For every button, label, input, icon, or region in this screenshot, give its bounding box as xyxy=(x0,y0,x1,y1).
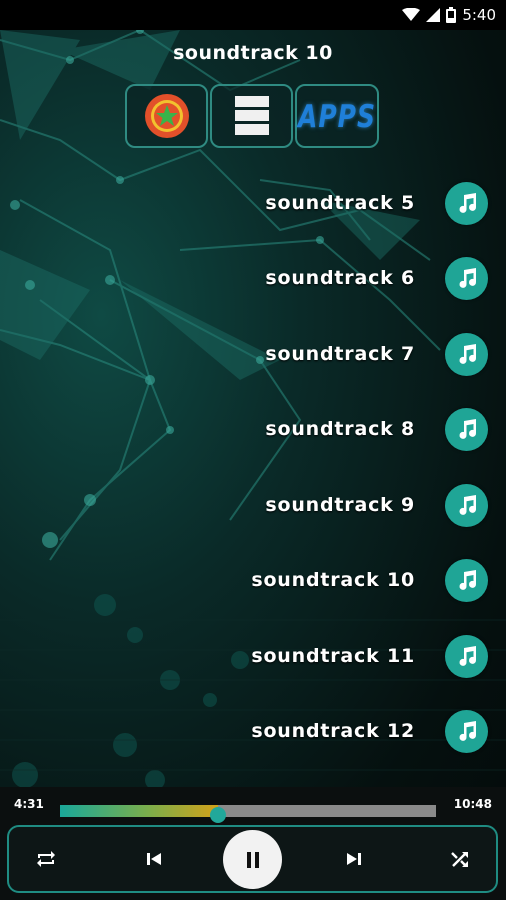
pause-icon xyxy=(246,851,259,868)
track-item[interactable]: soundtrack 11 xyxy=(251,631,488,681)
repeat-button[interactable] xyxy=(31,827,61,891)
track-item[interactable]: soundtrack 9 xyxy=(265,480,488,530)
apps-button[interactable]: APPS xyxy=(295,84,379,148)
favorites-button[interactable] xyxy=(125,84,208,148)
music-note-icon xyxy=(459,268,476,288)
status-time: 5:40 xyxy=(462,6,496,24)
app-screen: 5:40 soundtrack 10 APPS soundtrack 5 sou… xyxy=(0,0,506,900)
seek-thumb[interactable] xyxy=(209,807,226,823)
total-duration: 10:48 xyxy=(453,797,492,811)
play-track-button[interactable] xyxy=(445,709,488,753)
music-note-icon xyxy=(459,646,476,666)
track-label: soundtrack 11 xyxy=(251,645,415,667)
track-item[interactable]: soundtrack 8 xyxy=(265,404,488,454)
previous-button[interactable] xyxy=(139,827,169,891)
play-track-button[interactable] xyxy=(445,634,488,678)
music-note-icon xyxy=(459,570,476,590)
track-item[interactable]: soundtrack 5 xyxy=(265,178,488,228)
track-label: soundtrack 8 xyxy=(265,418,415,440)
track-label: soundtrack 6 xyxy=(265,267,415,289)
track-item[interactable]: soundtrack 6 xyxy=(265,253,488,303)
music-note-icon xyxy=(459,193,476,213)
track-label: soundtrack 9 xyxy=(265,494,415,516)
battery-icon xyxy=(446,7,457,23)
star-badge-icon xyxy=(144,94,189,138)
wifi-icon xyxy=(402,8,421,21)
next-button[interactable] xyxy=(339,827,369,891)
music-note-icon xyxy=(459,419,476,439)
shuffle-button[interactable] xyxy=(445,827,475,891)
track-label: soundtrack 7 xyxy=(265,343,415,365)
track-item[interactable]: soundtrack 7 xyxy=(265,329,488,379)
shuffle-icon xyxy=(451,852,468,867)
track-label: soundtrack 5 xyxy=(265,192,415,214)
play-track-button[interactable] xyxy=(445,558,488,602)
next-icon xyxy=(347,853,361,865)
status-bar: 5:40 xyxy=(0,0,506,30)
pause-button[interactable] xyxy=(223,830,282,889)
play-track-button[interactable] xyxy=(445,332,488,376)
track-item[interactable]: soundtrack 10 xyxy=(251,555,488,605)
play-track-button[interactable] xyxy=(445,483,488,527)
elapsed-time: 4:31 xyxy=(14,797,44,811)
music-note-icon xyxy=(459,344,476,364)
progress-row: 4:31 10:48 xyxy=(0,795,506,823)
seek-bar-fill xyxy=(60,805,218,817)
music-note-icon xyxy=(459,721,476,741)
player-panel: 4:31 10:48 xyxy=(0,787,506,900)
playlist-button[interactable] xyxy=(210,84,293,148)
play-track-button[interactable] xyxy=(445,181,488,225)
track-label: soundtrack 12 xyxy=(251,720,415,742)
music-note-icon xyxy=(459,495,476,515)
play-track-button[interactable] xyxy=(445,256,488,300)
track-item[interactable]: soundtrack 12 xyxy=(251,706,488,756)
seek-bar[interactable] xyxy=(60,805,436,823)
apps-label: APPS xyxy=(298,97,376,135)
signal-icon xyxy=(426,8,441,22)
play-track-button[interactable] xyxy=(445,407,488,451)
list-icon xyxy=(234,96,269,135)
repeat-icon xyxy=(37,851,55,867)
previous-icon xyxy=(147,853,161,865)
now-playing-title: soundtrack 10 xyxy=(173,42,333,64)
top-button-row: APPS xyxy=(125,84,379,148)
playback-controls xyxy=(7,825,498,893)
track-label: soundtrack 10 xyxy=(251,569,415,591)
